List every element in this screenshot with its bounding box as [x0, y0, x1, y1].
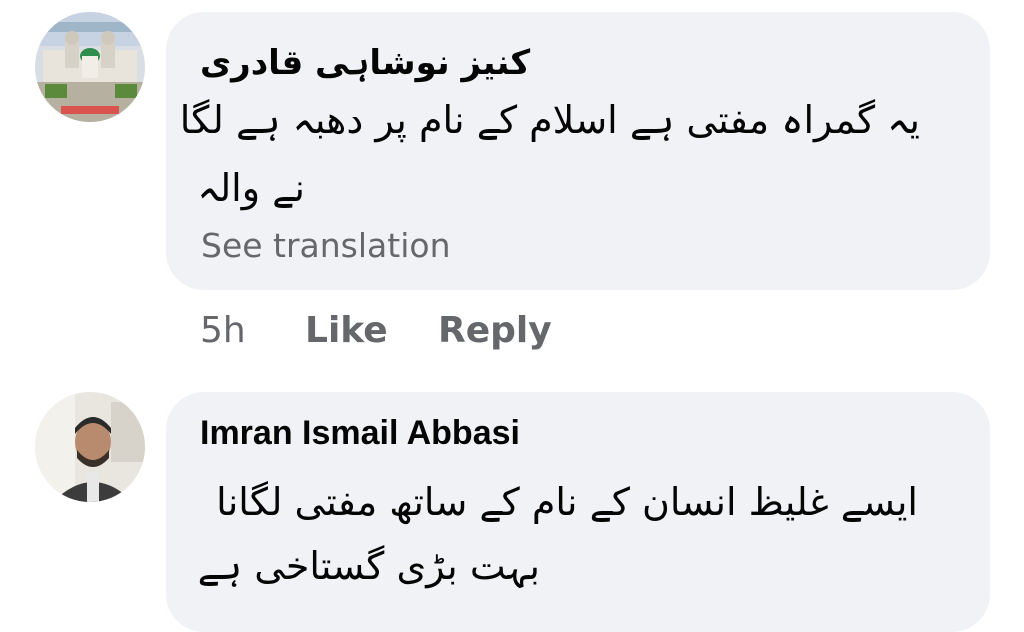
comment-text-line-1: یہ گمراہ مفتی ہے اسلام کے نام پر دھبہ ہے…: [179, 98, 920, 142]
avatar-user[interactable]: [35, 392, 145, 502]
comment-bubble-1: کنیز نوشاہی قادری یہ گمراہ مفتی ہے اسلام…: [166, 12, 990, 290]
comment-1: کنیز نوشاہی قادری یہ گمراہ مفتی ہے اسلام…: [0, 0, 1024, 370]
shrine-photo-icon: [35, 12, 145, 122]
comment-author-1[interactable]: کنیز نوشاہی قادری: [200, 42, 530, 83]
comment-text-line-2: نے والہ: [197, 166, 305, 210]
reply-button[interactable]: Reply: [438, 310, 552, 351]
comment-bubble-2: Imran Ismail Abbasi ایسے غلیظ انسان کے ن…: [166, 392, 990, 632]
like-button[interactable]: Like: [305, 310, 388, 351]
user-photo-icon: [35, 392, 145, 502]
comment-text-line-3: ایسے غلیظ انسان کے نام کے ساتھ مفتی لگان…: [216, 480, 918, 524]
comment-text-line-4: بہت بڑی گستاخی ہے: [197, 544, 540, 588]
comment-timestamp[interactable]: 5h: [200, 310, 246, 351]
comment-2: Imran Ismail Abbasi ایسے غلیظ انسان کے ن…: [0, 380, 1024, 632]
see-translation-link[interactable]: See translation: [201, 226, 450, 265]
avatar-shrine[interactable]: [35, 12, 145, 122]
comment-author-2[interactable]: Imran Ismail Abbasi: [200, 414, 520, 453]
